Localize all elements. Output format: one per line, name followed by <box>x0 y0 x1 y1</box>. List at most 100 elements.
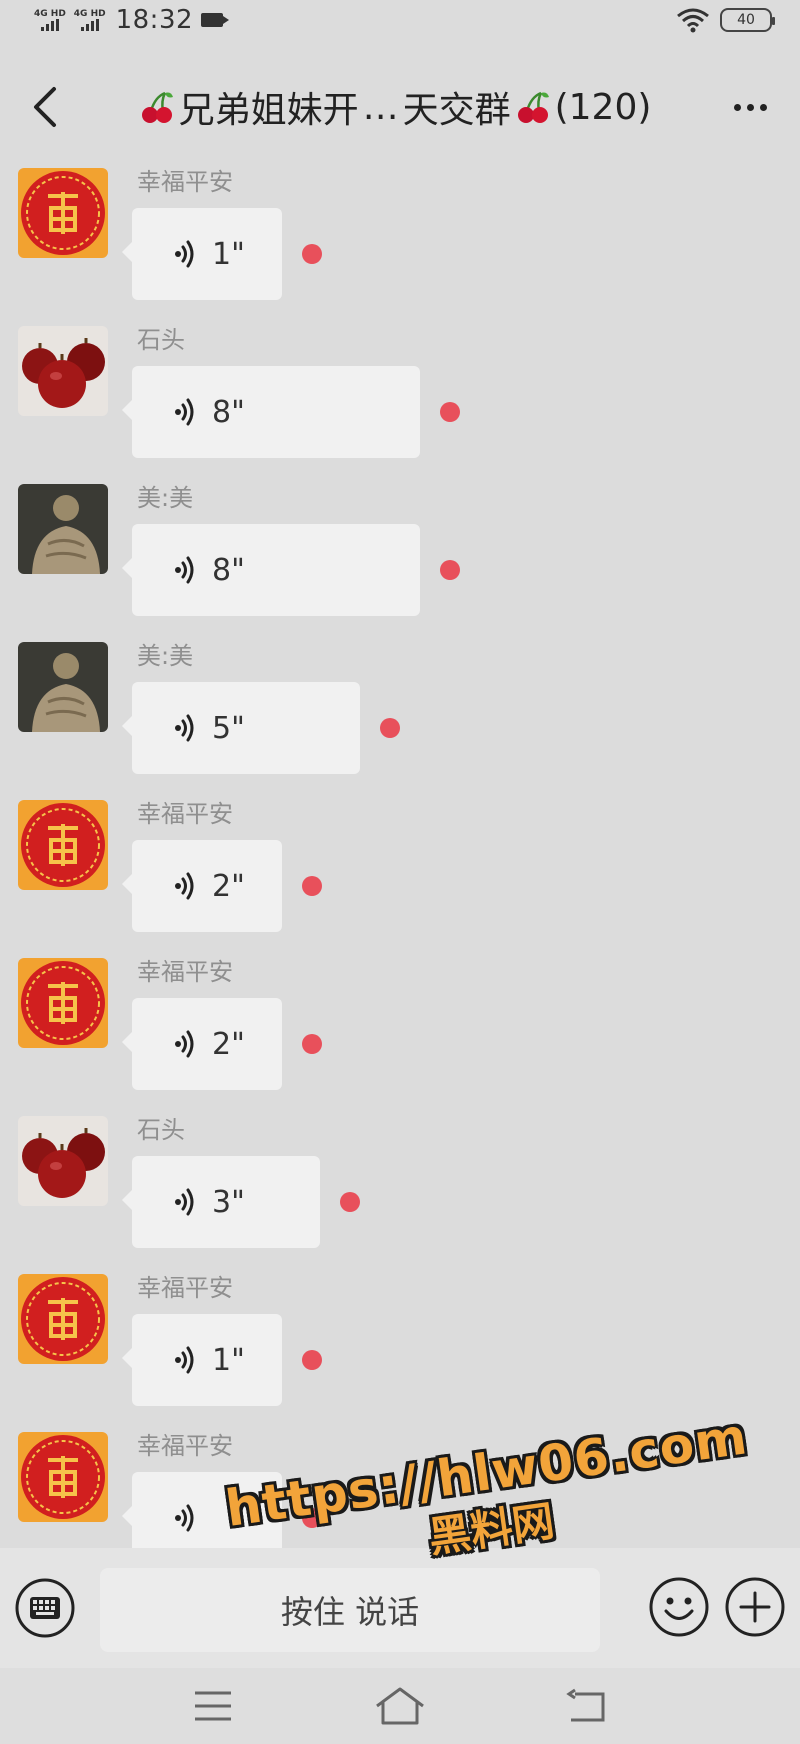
keyboard-icon <box>15 1578 75 1638</box>
network-label: 4G HD <box>73 8 106 19</box>
sender-name: 幸福平安 <box>137 168 233 196</box>
voice-icon <box>175 1346 194 1374</box>
unread-dot <box>440 560 460 580</box>
chat-header: 兄弟姐妹开… 天交群 (120) <box>0 62 800 152</box>
sender-name: 幸福平安 <box>137 1274 233 1302</box>
status-bar: 4G HD 4G HD 18:32 40 <box>0 0 800 40</box>
wifi-icon <box>677 8 709 33</box>
voice-icon <box>175 240 194 268</box>
sender-name: 美:美 <box>137 642 194 670</box>
keyboard-button[interactable] <box>12 1575 78 1641</box>
title-prefix: 兄弟姐妹开 <box>178 90 359 131</box>
fu-avatar[interactable] <box>18 1432 108 1522</box>
chat-title[interactable]: 兄弟姐妹开… 天交群 (120) <box>70 81 720 133</box>
signal-indicators: 4G HD 4G HD <box>34 8 106 31</box>
message-row: 石头 3" <box>0 1116 800 1276</box>
voice-duration: 2" <box>212 868 245 904</box>
message-row: 美:美 5" <box>0 642 800 802</box>
sender-name: 幸福平安 <box>137 800 233 828</box>
voice-duration: 5" <box>212 710 245 746</box>
apple-avatar[interactable] <box>18 326 108 416</box>
plus-icon <box>725 1577 785 1637</box>
sender-name: 石头 <box>137 326 185 354</box>
voice-duration: 1" <box>212 1342 245 1378</box>
fu-avatar[interactable] <box>18 800 108 890</box>
back-nav-icon <box>565 1688 605 1722</box>
clock: 18:32 <box>115 5 194 35</box>
voice-icon <box>175 1504 194 1532</box>
message-row: 美:美 8" <box>0 484 800 644</box>
menu-button[interactable] <box>183 1681 243 1731</box>
voice-duration: 1" <box>212 236 245 272</box>
voice-icon <box>175 1030 194 1058</box>
sender-name: 石头 <box>137 1116 185 1144</box>
message-list[interactable]: 2"转文字幸福平安1"石头8"美:美8"美:美5"幸福平安2"幸福平安2"石头3… <box>0 152 800 1548</box>
unread-dot <box>302 876 322 896</box>
voice-icon <box>175 1188 194 1216</box>
menu-icon <box>195 1691 232 1721</box>
home-button[interactable] <box>370 1681 430 1731</box>
hold-to-talk-button[interactable]: 按住 说话 <box>100 1568 600 1652</box>
home-icon <box>376 1687 424 1725</box>
message-row: 石头 8" <box>0 326 800 486</box>
unread-dot <box>440 402 460 422</box>
statue-avatar[interactable] <box>18 484 108 574</box>
voice-duration: 8" <box>212 552 245 588</box>
voice-duration: 2" <box>212 1026 245 1062</box>
sender-name: 幸福平安 <box>137 958 233 986</box>
message-row: 幸福平安 2" <box>0 800 800 960</box>
fu-avatar[interactable] <box>18 1274 108 1364</box>
input-bar: 按住 说话 <box>0 1548 800 1668</box>
apple-avatar[interactable] <box>18 1116 108 1206</box>
voice-message-bubble[interactable]: 5" <box>122 682 360 774</box>
sender-name: 美:美 <box>137 484 194 512</box>
voice-message-bubble[interactable]: 1" <box>122 1314 282 1406</box>
more-button[interactable] <box>720 77 780 137</box>
voice-icon <box>175 714 194 742</box>
title-suffix: 天交群 <box>402 90 511 131</box>
back-button[interactable] <box>20 77 70 137</box>
network-label: 4G HD <box>34 8 66 19</box>
system-back-button[interactable] <box>557 1681 617 1731</box>
voice-duration: 8" <box>212 394 245 430</box>
message-row: 幸福平安 <box>0 1432 800 1548</box>
more-actions-button[interactable] <box>722 1574 788 1640</box>
message-row: 幸福平安 1" <box>0 1274 800 1434</box>
battery-level: 40 <box>737 12 755 28</box>
voice-duration: 3" <box>212 1184 245 1220</box>
battery-icon: 40 <box>720 8 775 32</box>
voice-message-bubble[interactable]: 2" <box>122 998 282 1090</box>
unread-dot <box>302 244 322 264</box>
emoji-icon <box>649 1577 709 1637</box>
unread-dot <box>340 1192 360 1212</box>
fu-avatar[interactable] <box>18 168 108 258</box>
voice-message-bubble[interactable]: 1" <box>122 208 282 300</box>
voice-message-bubble[interactable]: 8" <box>122 524 420 616</box>
system-nav-bar <box>0 1668 800 1744</box>
signal-icon: 4G HD <box>73 8 106 31</box>
cherry-icon <box>141 91 173 123</box>
screen-record-icon <box>201 13 230 27</box>
fu-avatar[interactable] <box>18 958 108 1048</box>
back-icon <box>34 87 56 127</box>
member-count: (120) <box>554 86 652 128</box>
signal-icon: 4G HD <box>34 8 66 31</box>
voice-icon <box>175 398 194 426</box>
voice-message-bubble[interactable]: 8" <box>122 366 420 458</box>
voice-message-bubble[interactable]: 3" <box>122 1156 320 1248</box>
sender-name: 幸福平安 <box>137 1432 233 1460</box>
statue-avatar[interactable] <box>18 642 108 732</box>
voice-message-bubble[interactable] <box>122 1472 282 1548</box>
voice-icon <box>175 556 194 584</box>
title-ellipsis: … <box>362 86 399 128</box>
unread-dot <box>302 1350 322 1370</box>
emoji-button[interactable] <box>646 1574 712 1640</box>
voice-message-bubble[interactable]: 2" <box>122 840 282 932</box>
message-row: 幸福平安 2" <box>0 958 800 1118</box>
unread-dot <box>302 1034 322 1054</box>
cherry-icon <box>517 91 549 123</box>
voice-icon <box>175 872 194 900</box>
hold-to-talk-label: 按住 说话 <box>280 1593 420 1631</box>
unread-dot <box>380 718 400 738</box>
more-icon <box>733 103 741 111</box>
